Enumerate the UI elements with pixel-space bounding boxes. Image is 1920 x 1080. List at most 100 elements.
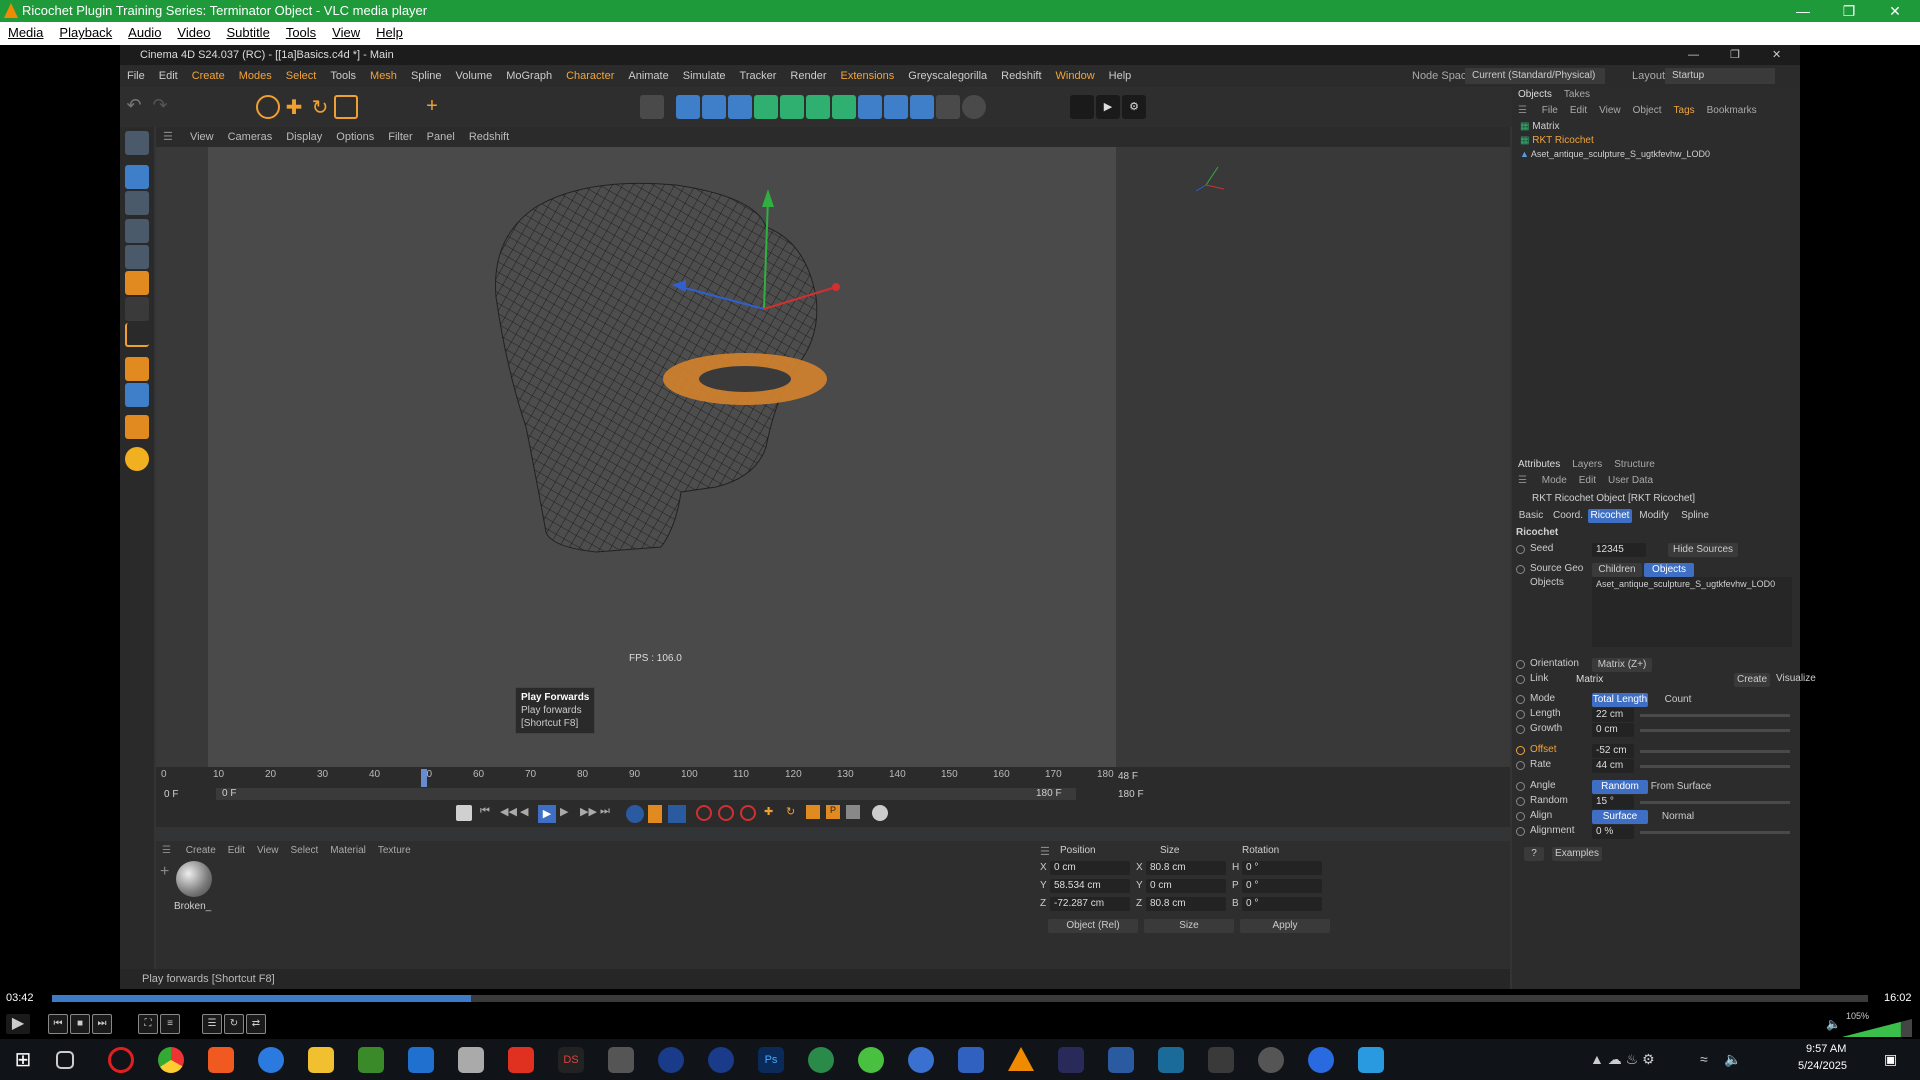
timeline[interactable]: 0 10 20 30 40 50 60 70 80 90 100 110 120… bbox=[156, 767, 1510, 827]
prev-key-icon[interactable]: ◀◀ bbox=[500, 805, 517, 818]
effector-icon[interactable] bbox=[832, 95, 856, 119]
c4d-menu-select[interactable]: Select bbox=[279, 65, 324, 87]
keyframe-dot-icon[interactable] bbox=[1516, 565, 1525, 574]
loop-icon[interactable] bbox=[626, 805, 644, 823]
count-button[interactable]: Count bbox=[1650, 693, 1706, 707]
node-space-dropdown[interactable]: Current (Standard/Physical) bbox=[1465, 68, 1605, 84]
windows-start-icon[interactable]: ⊞ bbox=[10, 1047, 36, 1073]
object-menu-object[interactable]: Object bbox=[1627, 103, 1668, 119]
red-app-icon[interactable] bbox=[508, 1047, 534, 1073]
ds-app-icon[interactable]: DS bbox=[558, 1047, 584, 1073]
c4d-menu-volume[interactable]: Volume bbox=[449, 65, 500, 87]
c4d-menu-window[interactable]: Window bbox=[1049, 65, 1102, 87]
object-row-matrix[interactable]: ▦ Matrix bbox=[1520, 121, 1790, 135]
create-button[interactable]: Create bbox=[1734, 673, 1770, 687]
timeline-ruler[interactable]: 0 10 20 30 40 50 60 70 80 90 100 110 120… bbox=[156, 769, 1114, 787]
size-x-field[interactable]: 80.8 cm bbox=[1146, 861, 1226, 875]
c4d-menu-character[interactable]: Character bbox=[559, 65, 621, 87]
material-name[interactable]: Broken_ bbox=[174, 901, 211, 912]
record-keys-icon[interactable] bbox=[456, 805, 472, 821]
tab-layers[interactable]: Layers bbox=[1566, 457, 1608, 473]
c4d-menu-file[interactable]: File bbox=[120, 65, 152, 87]
c4d-menu-redshift[interactable]: Redshift bbox=[994, 65, 1048, 87]
add-icon[interactable]: + bbox=[420, 95, 444, 119]
attribute-menu-userdata[interactable]: User Data bbox=[1602, 473, 1659, 489]
notification-icon[interactable]: ▣ bbox=[1884, 1051, 1897, 1068]
davinci-icon[interactable] bbox=[1058, 1047, 1084, 1073]
blue-app-icon[interactable] bbox=[958, 1047, 984, 1073]
seek-bar[interactable] bbox=[52, 995, 1868, 1002]
key-rotation-icon[interactable]: ↻ bbox=[786, 805, 795, 818]
rotation-p-field[interactable]: 0 ° bbox=[1242, 879, 1322, 893]
layout-dropdown[interactable]: Startup bbox=[1665, 68, 1775, 84]
render-settings-icon[interactable]: ⚙ bbox=[1122, 95, 1146, 119]
scene-icon[interactable] bbox=[936, 95, 960, 119]
vlc-menu-playback[interactable]: Playback bbox=[51, 22, 120, 40]
apply-button[interactable]: Apply bbox=[1240, 919, 1330, 933]
axis-mode-icon[interactable] bbox=[125, 323, 149, 347]
material-hamburger-icon[interactable]: ☰ bbox=[156, 845, 177, 856]
alignment-field[interactable]: 0 % bbox=[1592, 825, 1634, 839]
attribute-menu-mode[interactable]: Mode bbox=[1536, 473, 1573, 489]
total-length-button[interactable]: Total Length bbox=[1592, 693, 1648, 707]
motion-system-icon[interactable] bbox=[668, 805, 686, 823]
object-row-sculpture[interactable]: ▲ Aset_antique_sculpture_S_ugtkfevhw_LOD… bbox=[1520, 149, 1790, 163]
zoom-icon[interactable] bbox=[1308, 1047, 1334, 1073]
c4d-minimize-icon[interactable]: — bbox=[1688, 45, 1699, 65]
timeline-icon[interactable] bbox=[648, 805, 662, 823]
material-menu-edit[interactable]: Edit bbox=[222, 845, 251, 856]
growth-field[interactable]: 0 cm bbox=[1592, 723, 1634, 737]
viewport-menu-options[interactable]: Options bbox=[329, 127, 381, 147]
keyframe-dot-icon[interactable] bbox=[1516, 725, 1525, 734]
vlc-menu-media[interactable]: Media bbox=[0, 22, 51, 40]
vlc-menu-tools[interactable]: Tools bbox=[278, 22, 324, 40]
length-slider[interactable] bbox=[1640, 714, 1790, 717]
key-scale-icon[interactable] bbox=[806, 805, 820, 819]
material-menu-create[interactable]: Create bbox=[180, 845, 222, 856]
rate-slider[interactable] bbox=[1640, 765, 1790, 768]
subtab-basic[interactable]: Basic bbox=[1514, 509, 1548, 523]
maxon-icon[interactable] bbox=[608, 1047, 634, 1073]
angle-random-button[interactable]: Random bbox=[1592, 780, 1648, 794]
c4d-menu-greyscalegorilla[interactable]: Greyscalegorilla bbox=[901, 65, 994, 87]
c4d-close-icon[interactable]: ✕ bbox=[1772, 45, 1781, 65]
snap-icon[interactable] bbox=[125, 357, 149, 381]
keyframe-dot-icon[interactable] bbox=[1516, 797, 1525, 806]
add-material-icon[interactable]: + bbox=[160, 863, 169, 881]
tab-takes[interactable]: Takes bbox=[1558, 87, 1596, 103]
viewport-menu-view[interactable]: View bbox=[183, 127, 221, 147]
deformer-icon[interactable] bbox=[780, 95, 804, 119]
keyframe-dot-icon[interactable] bbox=[1516, 545, 1525, 554]
stop-icon[interactable]: ■ bbox=[70, 1014, 90, 1034]
vlc-menu-help[interactable]: Help bbox=[368, 22, 411, 40]
prev-frame-icon[interactable]: ◀ bbox=[520, 805, 528, 818]
system-tray-icons[interactable]: ▲ ☁ ♨ ⚙ bbox=[1590, 1051, 1655, 1068]
make-editable-icon[interactable] bbox=[125, 131, 149, 155]
cloud-app-icon[interactable] bbox=[858, 1047, 884, 1073]
position-x-field[interactable]: 0 cm bbox=[1050, 861, 1130, 875]
maximize-icon[interactable]: ❐ bbox=[1826, 0, 1872, 22]
size-mode-dropdown[interactable]: Size bbox=[1144, 919, 1234, 933]
coordinate-mode-dropdown[interactable]: Object (Rel) bbox=[1048, 919, 1138, 933]
vlc-menu-view[interactable]: View bbox=[324, 22, 368, 40]
seed-field[interactable]: 12345 bbox=[1592, 543, 1646, 557]
firefox-icon[interactable] bbox=[258, 1047, 284, 1073]
opera-icon[interactable] bbox=[108, 1047, 134, 1073]
close-icon[interactable]: ✕ bbox=[1872, 0, 1918, 22]
file-explorer-icon[interactable] bbox=[308, 1047, 334, 1073]
objects-button[interactable]: Objects bbox=[1644, 563, 1694, 577]
fullscreen-icon[interactable]: ⛶ bbox=[138, 1014, 158, 1034]
thunder-app-icon[interactable] bbox=[408, 1047, 434, 1073]
viewport-menu-cameras[interactable]: Cameras bbox=[221, 127, 280, 147]
source-object-item[interactable]: Aset_antique_sculpture_S_ugtkfevhw_LOD0 bbox=[1596, 579, 1775, 589]
object-menu-tags[interactable]: Tags bbox=[1668, 103, 1701, 119]
next-key-icon[interactable]: ▶▶ bbox=[580, 805, 597, 818]
goto-end-icon[interactable]: ⏭ bbox=[600, 805, 610, 818]
orientation-dropdown[interactable]: Matrix (Z+) bbox=[1592, 658, 1652, 672]
normal-button[interactable]: Normal bbox=[1650, 810, 1706, 824]
children-button[interactable]: Children bbox=[1592, 563, 1642, 577]
attribute-hamburger-icon[interactable]: ☰ bbox=[1512, 473, 1533, 489]
app-2-icon[interactable] bbox=[1158, 1047, 1184, 1073]
c4d-menu-mesh[interactable]: Mesh bbox=[363, 65, 404, 87]
subtab-modify[interactable]: Modify bbox=[1634, 509, 1674, 523]
